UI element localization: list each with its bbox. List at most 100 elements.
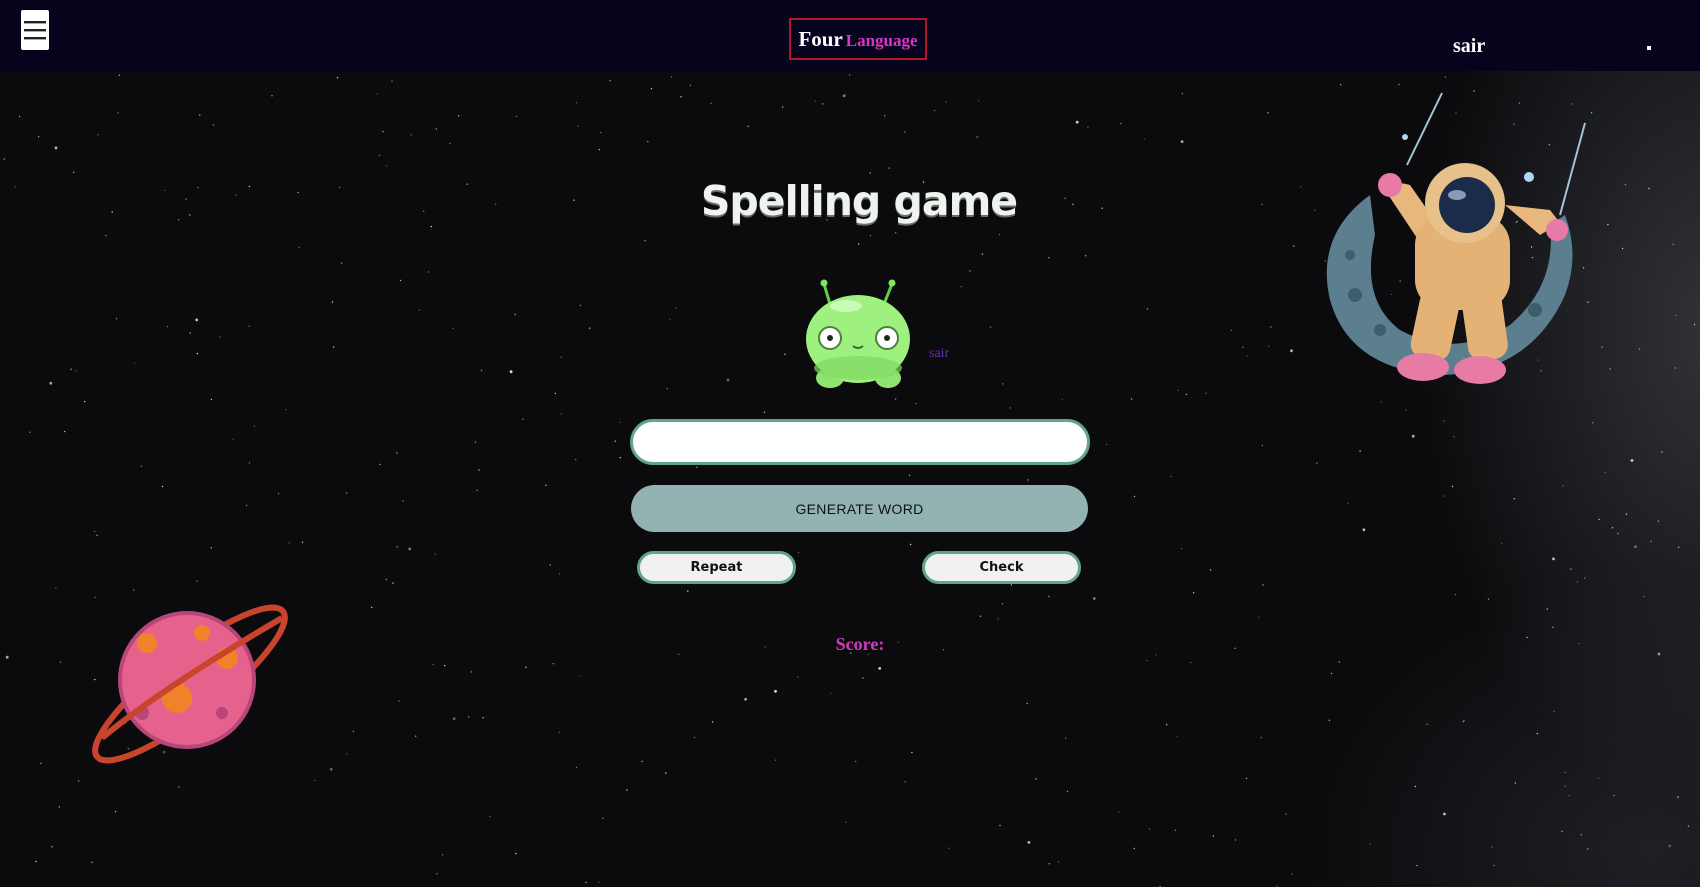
- star: [933, 109, 936, 112]
- star: [18, 115, 21, 118]
- star: [396, 546, 398, 548]
- generate-word-button[interactable]: GENERATE WORD: [631, 485, 1088, 532]
- star: [1285, 813, 1287, 815]
- star: [1170, 475, 1173, 478]
- user-menu-dot[interactable]: [1647, 46, 1651, 50]
- star: [1230, 329, 1233, 331]
- star: [1584, 577, 1586, 579]
- star: [1380, 401, 1382, 403]
- star: [40, 762, 42, 765]
- star: [58, 806, 60, 808]
- star: [248, 462, 251, 464]
- star: [55, 587, 57, 589]
- star: [1576, 581, 1579, 583]
- star: [468, 716, 470, 718]
- star: [1552, 557, 1555, 561]
- star: [675, 307, 677, 309]
- star: [1262, 584, 1264, 586]
- star: [189, 214, 191, 216]
- star: [1553, 710, 1555, 713]
- star: [1609, 368, 1611, 370]
- star: [444, 665, 446, 667]
- star: [1027, 479, 1029, 481]
- star: [579, 304, 582, 306]
- star: [515, 852, 517, 855]
- check-button[interactable]: Check: [922, 551, 1081, 584]
- star: [579, 675, 581, 677]
- spelling-input[interactable]: [630, 419, 1090, 465]
- star: [408, 547, 412, 551]
- star: [1674, 367, 1677, 369]
- user-name[interactable]: sair: [1453, 35, 1485, 58]
- star: [54, 146, 58, 150]
- star: [474, 441, 477, 443]
- star: [999, 824, 1001, 827]
- star: [945, 101, 947, 103]
- star: [1234, 647, 1236, 649]
- star: [1650, 540, 1653, 543]
- star: [665, 772, 667, 774]
- star: [997, 618, 999, 620]
- star: [248, 325, 250, 327]
- star: [1443, 420, 1445, 422]
- star: [1536, 732, 1539, 735]
- star: [111, 211, 113, 213]
- star: [91, 861, 93, 863]
- star: [1209, 569, 1212, 571]
- star: [288, 542, 290, 544]
- star: [908, 474, 911, 477]
- star: [35, 860, 37, 863]
- star: [525, 666, 527, 668]
- star: [1564, 771, 1566, 774]
- star: [115, 318, 118, 320]
- star: [232, 438, 234, 441]
- alien-mascot-icon: [806, 279, 910, 388]
- star: [693, 736, 696, 739]
- menu-button[interactable]: [21, 10, 49, 50]
- star: [298, 247, 300, 249]
- star: [133, 362, 136, 364]
- star: [1176, 735, 1178, 738]
- star: [1657, 520, 1660, 522]
- star: [435, 128, 437, 130]
- star: [1570, 568, 1572, 570]
- star: [189, 332, 191, 334]
- star: [1362, 528, 1366, 532]
- star: [979, 615, 982, 617]
- star: [1592, 422, 1594, 424]
- star: [1568, 794, 1571, 797]
- star: [509, 370, 513, 374]
- star: [199, 114, 201, 116]
- star: [1035, 778, 1037, 780]
- star: [331, 301, 334, 303]
- star: [430, 225, 432, 228]
- star: [764, 646, 766, 648]
- site-logo[interactable]: Four Language: [789, 18, 927, 60]
- star: [1048, 595, 1050, 598]
- star: [598, 148, 601, 151]
- star: [78, 780, 80, 782]
- star: [378, 154, 381, 156]
- star: [1621, 247, 1624, 250]
- star: [329, 767, 333, 771]
- star: [1105, 443, 1108, 446]
- star: [678, 653, 680, 655]
- star: [140, 465, 143, 467]
- star: [470, 671, 472, 673]
- star: [515, 115, 518, 118]
- star: [1514, 782, 1517, 784]
- star: [862, 677, 864, 679]
- star: [105, 234, 107, 237]
- star: [1601, 346, 1603, 348]
- star: [399, 279, 402, 282]
- star: [1177, 389, 1180, 392]
- star: [774, 689, 777, 693]
- star: [1092, 597, 1096, 600]
- repeat-button[interactable]: Repeat: [637, 551, 796, 584]
- star: [774, 759, 777, 761]
- star: [1064, 737, 1067, 739]
- star: [63, 430, 66, 433]
- star: [73, 171, 75, 173]
- star: [849, 74, 851, 76]
- star: [1026, 702, 1028, 705]
